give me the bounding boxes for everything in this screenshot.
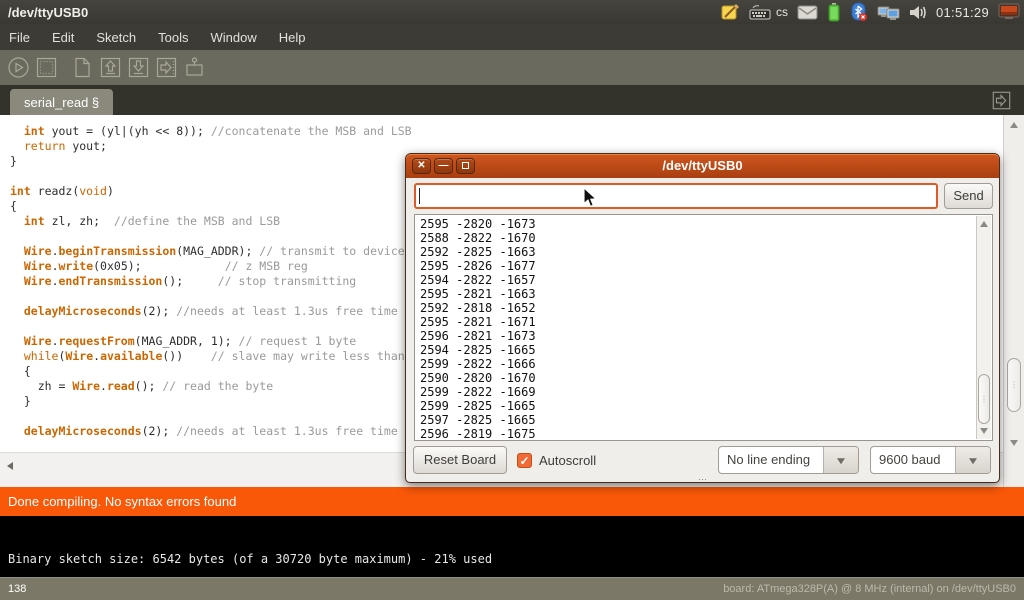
editor-vertical-scrollbar[interactable]: ⋮ [1003, 115, 1024, 487]
volume-icon[interactable] [909, 4, 927, 21]
battery-icon[interactable] [827, 2, 841, 22]
editor-scrollbar-thumb[interactable]: ⋮ [1007, 358, 1021, 412]
serial-monitor-icon[interactable] [182, 56, 206, 80]
tab-menu-icon[interactable] [991, 90, 1012, 111]
keyboard-layout-indicator[interactable]: cs [776, 5, 788, 19]
line-ending-select[interactable]: No line ending [718, 446, 859, 474]
build-console: Binary sketch size: 6542 bytes (of a 307… [0, 516, 1024, 577]
scroll-up-icon[interactable] [1010, 122, 1018, 128]
send-button[interactable]: Send [944, 183, 993, 209]
verify-icon[interactable] [6, 56, 30, 80]
serial-scroll-up-icon[interactable] [980, 221, 988, 227]
serial-monitor-titlebar[interactable]: ✕ — /dev/ttyUSB0 [406, 154, 999, 178]
toolbar [0, 50, 1024, 85]
serial-monitor-title: /dev/ttyUSB0 [406, 158, 999, 173]
board-info: board: ATmega328P(A) @ 8 MHz (internal) … [723, 583, 1016, 595]
compile-status-bar: Done compiling. No syntax errors found [0, 487, 1024, 516]
clock[interactable]: 01:51:29 [936, 5, 989, 20]
tab-serial-read[interactable]: serial_read § [10, 89, 113, 115]
stop-icon[interactable] [34, 56, 58, 80]
serial-input[interactable] [414, 183, 938, 209]
ide-footer: 138 board: ATmega328P(A) @ 8 MHz (intern… [0, 577, 1024, 600]
mouse-cursor [583, 187, 597, 213]
bluetooth-icon[interactable] [850, 2, 868, 22]
tab-label: serial_read § [24, 95, 99, 110]
scroll-left-icon[interactable] [7, 462, 13, 470]
autoscroll-checkbox[interactable]: ✓ [517, 453, 532, 468]
reset-board-button[interactable]: Reset Board [413, 446, 507, 474]
autoscroll-label: Autoscroll [539, 453, 596, 468]
chevron-down-icon[interactable] [955, 447, 990, 473]
top-panel: /dev/ttyUSB0 cs 01:51: [0, 0, 1024, 24]
scroll-down-icon[interactable] [1010, 440, 1018, 446]
menubar: File Edit Sketch Tools Window Help [0, 24, 1024, 50]
baud-rate-select[interactable]: 9600 baud [870, 446, 991, 474]
window-resize-grip[interactable]: ⋯ [698, 477, 707, 481]
menu-tools[interactable]: Tools [158, 30, 188, 45]
save-icon[interactable] [126, 56, 150, 80]
system-tray: cs 01:51:29 [721, 0, 1020, 24]
open-icon[interactable] [98, 56, 122, 80]
serial-scroll-down-icon[interactable] [980, 428, 988, 434]
window-title: /dev/ttyUSB0 [8, 5, 88, 20]
menu-sketch[interactable]: Sketch [96, 30, 136, 45]
power-icon[interactable] [998, 3, 1020, 21]
menu-file[interactable]: File [9, 30, 30, 45]
serial-scrollbar[interactable]: ⋮ [976, 216, 991, 439]
menu-window[interactable]: Window [210, 30, 256, 45]
console-output: Binary sketch size: 6542 bytes (of a 307… [8, 552, 492, 566]
tabbar: serial_read § [0, 85, 1024, 115]
serial-monitor-window: ✕ — /dev/ttyUSB0 Send 2595 -2820 -1673 2… [405, 153, 1000, 483]
chevron-down-icon[interactable] [823, 447, 858, 473]
network-icon[interactable] [877, 3, 900, 22]
text-caret [419, 188, 420, 204]
note-icon[interactable] [721, 3, 740, 21]
baud-rate-value: 9600 baud [871, 447, 955, 473]
serial-output-lines: 2595 -2820 -1673 2588 -2822 -1670 2592 -… [415, 215, 992, 443]
line-ending-value: No line ending [719, 447, 823, 473]
new-sketch-icon[interactable] [70, 56, 94, 80]
status-message: Done compiling. No syntax errors found [8, 494, 236, 509]
menu-help[interactable]: Help [279, 30, 306, 45]
cursor-line-number: 138 [8, 583, 26, 595]
upload-icon[interactable] [154, 56, 178, 80]
keyboard-icon[interactable] [749, 4, 771, 20]
menu-edit[interactable]: Edit [52, 30, 74, 45]
mail-icon[interactable] [797, 5, 818, 20]
serial-output-area[interactable]: 2595 -2820 -1673 2588 -2822 -1670 2592 -… [414, 214, 993, 441]
serial-scrollbar-thumb[interactable]: ⋮ [978, 374, 990, 424]
arduino-ide-screen: /dev/ttyUSB0 cs 01:51: [0, 0, 1024, 600]
